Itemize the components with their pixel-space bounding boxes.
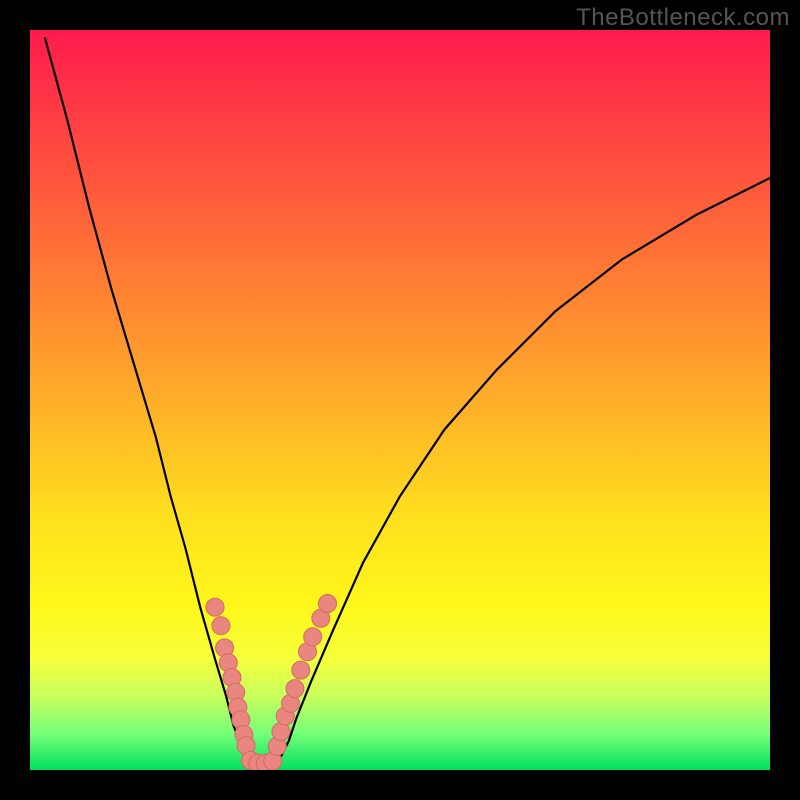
right-branch-points-point (292, 661, 310, 679)
left-branch-points-point (206, 598, 224, 616)
marker-group (206, 595, 337, 771)
right-branch-points-point (286, 680, 304, 698)
right-branch-curve (274, 178, 770, 766)
left-branch-points-point (212, 617, 230, 635)
right-branch-points-point (319, 595, 337, 613)
curve-layer (30, 30, 770, 770)
watermark-text: TheBottleneck.com (576, 4, 790, 32)
curve-group (45, 37, 770, 766)
plot-area (30, 30, 770, 770)
chart-frame: TheBottleneck.com (0, 0, 800, 800)
right-branch-points-point (304, 628, 322, 646)
